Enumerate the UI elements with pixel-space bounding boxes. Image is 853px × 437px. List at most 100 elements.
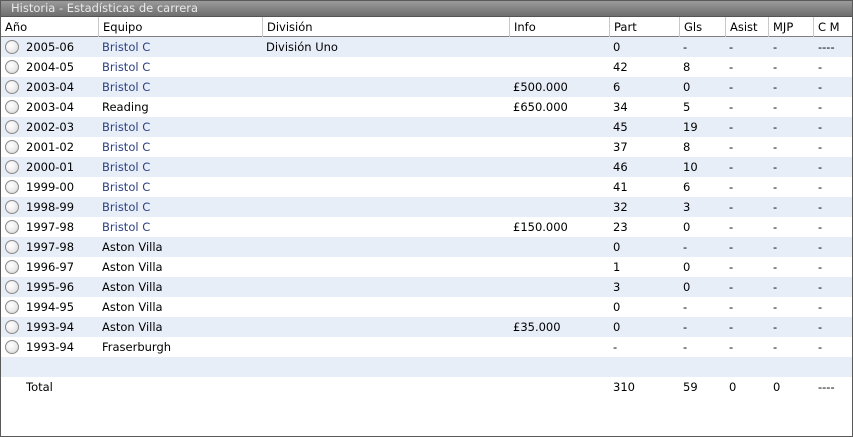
table-row[interactable]: 1994-95 Aston Villa 0 - - - - [1, 297, 852, 317]
row-select-radio[interactable] [5, 260, 19, 274]
team-link[interactable]: Bristol C [102, 177, 150, 197]
row-select-radio[interactable] [5, 240, 19, 254]
cell-mjp: - [773, 240, 778, 254]
cell-mjp: - [773, 160, 778, 174]
cell-gls: 8 [683, 140, 691, 154]
row-select-radio[interactable] [5, 320, 19, 334]
table-row[interactable]: 2002-03 Bristol C 45 19 - - - [1, 117, 852, 137]
cell-info: £35.000 [513, 320, 561, 334]
col-header-asist[interactable]: Asist [725, 17, 768, 37]
total-cm: ---- [818, 380, 835, 394]
row-select-radio[interactable] [5, 120, 19, 134]
cell-part: 41 [613, 180, 628, 194]
col-header-part[interactable]: Part [609, 17, 679, 37]
cell-asist: - [729, 160, 734, 174]
cell-cm: - [818, 240, 823, 254]
cell-team: Aston Villa [102, 320, 163, 334]
col-header-info[interactable]: Info [509, 17, 609, 37]
table-row[interactable]: 1999-00 Bristol C 41 6 - - - [1, 177, 852, 197]
table-row[interactable]: 1993-94 Aston Villa £35.000 0 - - - - [1, 317, 852, 337]
table-row[interactable]: 2005-06 Bristol C División Uno 0- - - ---- [1, 37, 852, 57]
cell-asist: - [729, 40, 734, 54]
cell-cm: - [818, 100, 823, 114]
table-row[interactable]: 2003-04 Bristol C £500.000 6 0 - - - [1, 77, 852, 97]
career-table-body: 2005-06 Bristol C División Uno 0- - - ---- 2004… [1, 37, 852, 357]
row-select-radio[interactable] [5, 60, 19, 74]
team-link[interactable]: Bristol C [102, 197, 150, 217]
table-row[interactable]: 2000-01 Bristol C 46 10 - - - [1, 157, 852, 177]
row-select-radio[interactable] [5, 340, 19, 354]
cell-gls: 0 [683, 260, 691, 274]
cell-asist: - [729, 100, 734, 114]
cell-part: 0 [613, 320, 621, 334]
table-row[interactable]: 1997-98 Aston Villa 0 - - - - [1, 237, 852, 257]
row-select-radio[interactable] [5, 160, 19, 174]
col-header-gls[interactable]: Gls [679, 17, 725, 37]
cell-cm: - [818, 220, 823, 234]
table-row[interactable]: 2001-02 Bristol C 37 8 - - - [1, 137, 852, 157]
cell-cm: - [818, 120, 823, 134]
row-select-radio[interactable] [5, 200, 19, 214]
cell-team: Reading [102, 100, 149, 114]
row-select-radio[interactable] [5, 80, 19, 94]
row-select-radio[interactable] [5, 100, 19, 114]
row-select-radio[interactable] [5, 180, 19, 194]
total-label: Total [26, 380, 53, 394]
cell-gls: - [683, 300, 688, 314]
cell-gls: 10 [683, 160, 698, 174]
team-link[interactable]: Bristol C [102, 137, 150, 157]
cell-gls: 19 [683, 120, 698, 134]
cell-team: Aston Villa [102, 260, 163, 274]
cell-part: 42 [613, 60, 628, 74]
cell-part: 37 [613, 140, 628, 154]
cell-info: £150.000 [513, 220, 568, 234]
cell-cm: - [818, 180, 823, 194]
team-link[interactable]: Bristol C [102, 37, 150, 57]
panel-title: Historia - Estadísticas de carrera [1, 1, 852, 17]
team-link[interactable]: Bristol C [102, 117, 150, 137]
cell-cm: - [818, 80, 823, 94]
row-select-radio[interactable] [5, 280, 19, 294]
table-header: Año Equipo División Info Part Gls Asist … [1, 17, 852, 37]
cell-gls: 3 [683, 200, 691, 214]
cell-year: 1999-00 [26, 180, 75, 194]
table-row[interactable]: 1993-94 Fraserburgh - - - - - [1, 337, 852, 357]
col-header-mjp[interactable]: MJP [768, 17, 813, 37]
cell-part: 32 [613, 200, 628, 214]
cell-part: 0 [613, 40, 621, 54]
cell-mjp: - [773, 340, 778, 354]
team-link[interactable]: Bristol C [102, 57, 150, 77]
team-link[interactable]: Bristol C [102, 217, 150, 237]
table-row[interactable]: 2003-04 Reading £650.000 34 5 - - - [1, 97, 852, 117]
table-row[interactable]: 1998-99 Bristol C 32 3 - - - [1, 197, 852, 217]
col-header-team[interactable]: Equipo [98, 17, 262, 37]
team-link[interactable]: Bristol C [102, 77, 150, 97]
cell-asist: - [729, 280, 734, 294]
cell-cm: ---- [818, 40, 835, 54]
table-row[interactable]: 1995-96 Aston Villa 3 0 - - - [1, 277, 852, 297]
table-row[interactable]: 1997-98 Bristol C £150.000 23 0 - - - [1, 217, 852, 237]
col-header-division[interactable]: División [262, 17, 509, 37]
team-link[interactable]: Bristol C [102, 157, 150, 177]
cell-year: 2005-06 [26, 40, 75, 54]
total-mjp: 0 [773, 380, 781, 394]
cell-mjp: - [773, 280, 778, 294]
cell-year: 2004-05 [26, 60, 75, 74]
col-header-year[interactable]: Año [1, 17, 98, 37]
row-select-radio[interactable] [5, 300, 19, 314]
cell-gls: 0 [683, 280, 691, 294]
cell-cm: - [818, 260, 823, 274]
table-row[interactable]: 2004-05 Bristol C 42 8 - - - [1, 57, 852, 77]
row-select-radio[interactable] [5, 140, 19, 154]
cell-cm: - [818, 60, 823, 74]
cell-part: 6 [613, 80, 621, 94]
cell-asist: - [729, 260, 734, 274]
cell-year: 1995-96 [26, 280, 75, 294]
col-header-cm[interactable]: C M [813, 17, 852, 37]
cell-part: 45 [613, 120, 628, 134]
cell-mjp: - [773, 220, 778, 234]
career-stats-panel: Historia - Estadísticas de carrera Año E… [0, 0, 853, 437]
row-select-radio[interactable] [5, 220, 19, 234]
row-select-radio[interactable] [5, 40, 19, 54]
table-row[interactable]: 1996-97 Aston Villa 1 0 - - - [1, 257, 852, 277]
